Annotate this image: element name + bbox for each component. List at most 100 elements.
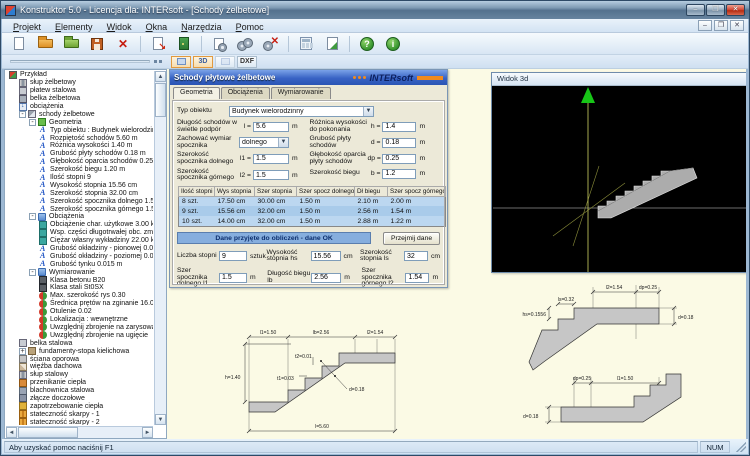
menu-elementy[interactable]: Elementy [48,22,100,32]
delete-button[interactable] [111,34,135,54]
tree-item[interactable]: słup stalowy [6,371,153,379]
dialog-title-bar[interactable]: Schody płytowe żelbetowe INTERsoft [170,70,447,85]
tree-item[interactable]: Szerokość biegu 1.20 m [6,166,153,174]
scroll-thumb[interactable] [155,83,166,117]
tree-item[interactable]: słup żelbetowy [6,79,153,87]
accept-data-button[interactable]: Przejmij dane [383,232,440,245]
tree-item[interactable]: Głębokość oparcia schodów 0.25 m [6,158,153,166]
tree-item[interactable]: więźba dachowa [6,363,153,371]
keep-landing-select[interactable]: dolnego ▼ [239,137,289,148]
tree-item[interactable]: Średnica prętów na zginanie 16.00 [6,300,153,308]
tree-item[interactable]: Klasa betonu B20 [6,276,153,284]
tree-item[interactable]: Uwzględnij zbrojenie na ugięcie [6,331,153,339]
tree-item[interactable]: złącze doczołowe [6,395,153,403]
slab-thickness-input[interactable] [382,138,416,148]
help-button[interactable]: ? [355,34,379,54]
tree-item[interactable]: Rozpiętość schodów 5.60 m [6,134,153,142]
report-view-button[interactable] [171,56,191,68]
tree-item[interactable]: Typ obiektu : Budynek wielorodzinny [6,126,153,134]
maximize-button[interactable]: ❐ [706,4,725,16]
height-diff-input[interactable] [382,122,416,132]
tree-item[interactable]: Klasa stali St0SX [6,284,153,292]
tree-item[interactable]: zapotrzebowanie ciepła [6,402,153,410]
menu-pomoc[interactable]: Pomoc [229,22,271,32]
tree-item[interactable]: -Wymiarowanie [6,268,153,276]
open-element-button[interactable] [59,34,83,54]
scroll-up-arrow[interactable]: ▲ [155,71,166,82]
exit-button[interactable] [172,34,196,54]
upper-landing-result-input[interactable] [405,273,429,283]
tree-item[interactable]: stateczność skarpy - 2 [6,418,153,425]
new-project-button[interactable] [7,34,31,54]
view-3d-button[interactable]: 3D [193,56,213,68]
mdi-close-button[interactable]: ✕ [730,20,744,31]
tree-item[interactable]: Otulenie 0.02 [6,308,153,316]
tree-item[interactable]: Różnica wysokości 1.40 m [6,142,153,150]
stair-length-input[interactable] [253,122,289,132]
about-button[interactable]: i [381,34,405,54]
mdi-restore-button[interactable]: ❐ [714,20,728,31]
tree-item[interactable]: stateczność skarpy - 1 [6,410,153,418]
tab-wymiarowanie[interactable]: Wymiarowanie [271,87,331,99]
tree-item[interactable]: obciążenia [6,103,153,111]
tree-item[interactable]: Ciężar własny wykładziny 22.00 kN/m3 [6,237,153,245]
tree-item[interactable]: blachownica stalowa [6,387,153,395]
minimize-button[interactable]: – [686,4,705,16]
resize-grip[interactable] [736,442,746,452]
table-row[interactable]: 8 szt.17.50 cm30.00 cm1.50 m2.10 m2.00 m [179,196,446,206]
report-button[interactable] [320,34,344,54]
lower-landing-result-input[interactable] [219,273,247,283]
object-type-select[interactable]: Budynek wielorodzinny ▼ [229,106,374,117]
lower-landing-input[interactable] [253,154,289,164]
tree-item[interactable]: przenikanie ciepła [6,379,153,387]
menu-okna[interactable]: Okna [139,22,175,32]
table-row[interactable]: 9 szt.15.56 cm32.00 cm1.50 m2.56 m1.54 m [179,206,446,216]
scroll-right-arrow[interactable]: ► [142,427,153,438]
scroll-left-arrow[interactable]: ◄ [6,427,17,438]
collapse-icon[interactable]: - [29,119,36,126]
scroll-thumb-h[interactable] [18,427,78,438]
table-row[interactable]: 10 szt.14.00 cm32.00 cm1.50 m2.88 m1.22 … [179,216,446,226]
tree-item[interactable]: belka żelbetowa [6,95,153,103]
tree-item[interactable]: Uwzględnij zbrojenie na zarysowanie [6,324,153,332]
tree-horizontal-scrollbar[interactable]: ◄ ► [6,426,153,438]
tree-item[interactable]: Grubość tynku 0.015 m [6,260,153,268]
tab-geometria[interactable]: Geometria [173,87,220,99]
tree-item[interactable]: Szerokość spocznika dolnego 1.50 m [6,197,153,205]
dxf-export-button[interactable]: DXF [237,56,257,68]
tree-item[interactable]: belka stalowa [6,339,153,347]
tree-item[interactable]: -Obciążenia [6,213,153,221]
tree-item[interactable]: ściana oporowa [6,355,153,363]
tree-item[interactable]: Lokalizacja : wewnętrzne [6,316,153,324]
tree-item[interactable]: Wsp. części długotrwałej obc. zmiennego … [6,229,153,237]
upper-landing-input[interactable] [253,170,289,180]
open-project-button[interactable] [33,34,57,54]
view3d-viewport[interactable] [493,86,745,271]
mdi-minimize-button[interactable]: – [698,20,712,31]
print-preview-button[interactable] [215,56,235,68]
collapse-icon[interactable]: - [29,269,36,276]
support-depth-input[interactable] [382,154,416,164]
export-button[interactable] [146,34,170,54]
tree-item[interactable]: Szerokość stopnia 32.00 cm [6,189,153,197]
tree-item[interactable]: płatew stalowa [6,87,153,95]
step-width-input[interactable] [404,251,428,261]
flight-length-input[interactable] [311,273,341,283]
settings-page-button[interactable] [207,34,231,54]
tab-obciążenia[interactable]: Obciążenia [221,87,270,99]
collapse-icon[interactable]: - [29,213,36,220]
tree-item[interactable]: Obciążenie char. użytkowe 3.00 kN/m2 [6,221,153,229]
tree-item[interactable]: Ilość stopni 9 [6,174,153,182]
close-button[interactable]: ✕ [726,4,745,16]
tree-item[interactable]: Grubość okładziny - pionowej 0.01 m [6,245,153,253]
tree-item[interactable]: Wysokość stopnia 15.56 cm [6,181,153,189]
tree-item[interactable]: +fundamenty-stopa kielichowa [6,347,153,355]
tree-item[interactable]: Grubość okładziny - poziomej 0.03 m [6,252,153,260]
tree-item[interactable]: -Geometria [6,118,153,126]
calculate-button[interactable] [233,34,257,54]
flight-width-input[interactable] [382,169,416,179]
tree-item[interactable]: Szerokość spocznika górnego 1.54 m [6,205,153,213]
tree-item[interactable]: Max. szerokość rys 0.30 [6,292,153,300]
tree-item[interactable]: Przykład [6,71,153,79]
menu-narzędzia[interactable]: Narzędzia [174,22,229,32]
